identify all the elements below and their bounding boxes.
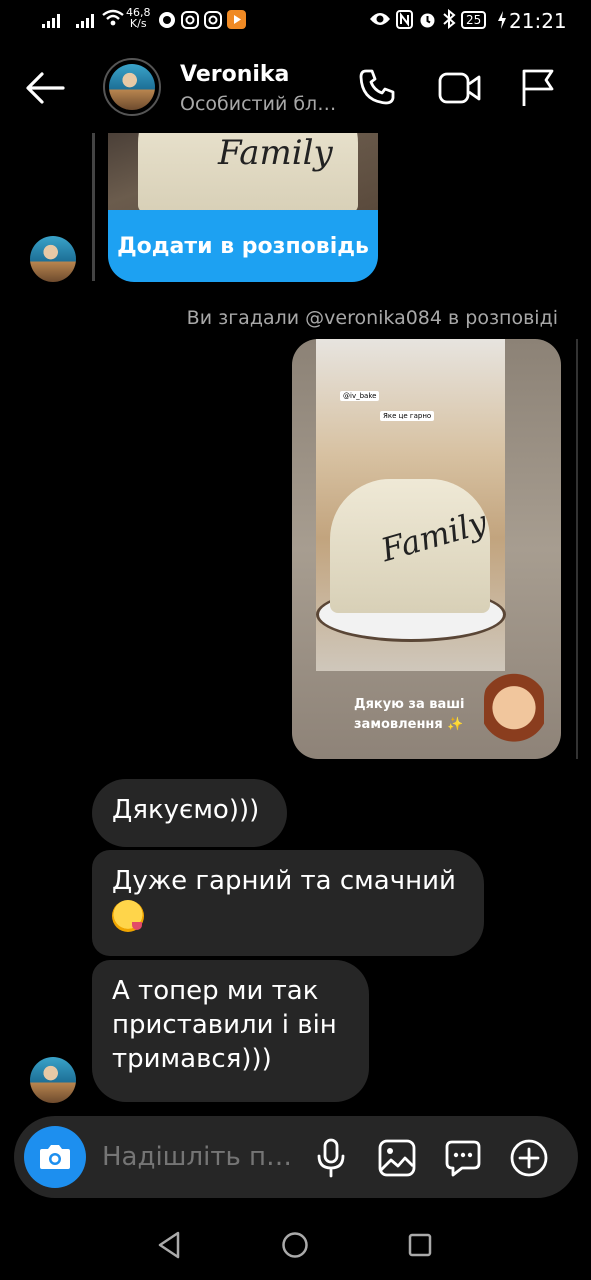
contact-name[interactable]: Veronika [180, 62, 289, 87]
reply-quote-line [92, 133, 95, 281]
status-bar: 46,8 K/s 25 21:21 [0, 0, 591, 40]
story-card[interactable]: veronika084 @iv_bake Яке це гарно Family… [292, 339, 561, 759]
eye-icon [369, 11, 391, 32]
nav-home-icon[interactable] [281, 1231, 309, 1263]
message-composer [14, 1116, 578, 1198]
play-app-icon [227, 10, 246, 34]
gallery-icon[interactable] [378, 1139, 416, 1181]
net-speed: 46,8 K/s [126, 6, 151, 30]
message-bubble[interactable]: Дуже гарний та смачний [92, 850, 484, 956]
story-preview-image[interactable]: Family [108, 133, 378, 210]
alarm-icon [418, 10, 437, 34]
nav-recents-icon[interactable] [408, 1233, 432, 1261]
instagram-notification-icon-2 [204, 11, 222, 34]
wifi-icon [102, 9, 124, 32]
phone-icon[interactable] [358, 68, 396, 110]
video-call-icon[interactable] [438, 71, 482, 109]
cake-topper-text: Family [218, 133, 333, 173]
instagram-notification-icon [181, 11, 199, 34]
message-line: тримався))) [112, 1044, 272, 1074]
cell-signal-2-icon [76, 12, 94, 28]
cell-signal-1-icon [42, 12, 60, 28]
sender-avatar [30, 1057, 76, 1103]
system-nav-bar [0, 1200, 591, 1280]
sender-avatar [30, 236, 76, 282]
charging-icon [497, 10, 507, 35]
message-bubble[interactable]: Дякуємо))) [92, 779, 287, 847]
message-line: приставили і він [112, 1010, 337, 1040]
mention-notice: Ви згадали @veronika084 в розповіді [186, 307, 558, 329]
message-text: Дуже гарний та смачний [112, 866, 456, 896]
camera-icon [40, 1145, 70, 1169]
story-scroll-indicator [576, 339, 578, 759]
clock: 21:21 [509, 9, 567, 33]
back-arrow-icon[interactable] [25, 70, 65, 110]
story-photo: @iv_bake Яке це гарно Family [316, 339, 506, 671]
story-caption-2: замовлення ✨ [354, 717, 464, 732]
camera-button[interactable] [24, 1126, 86, 1188]
report-flag-icon[interactable] [520, 68, 556, 112]
add-more-icon[interactable] [509, 1138, 549, 1182]
nav-back-icon[interactable] [156, 1230, 182, 1264]
chat-header: Veronika Особистий бл… [0, 40, 591, 135]
story-tag-mention: @iv_bake [340, 391, 380, 401]
story-caption-1: Дякую за ваші [354, 697, 465, 712]
story-tag-text: Яке це гарно [380, 411, 435, 421]
message-input[interactable] [100, 1141, 309, 1173]
contact-subtitle: Особистий бл… [180, 93, 337, 115]
girl-emoji-sticker [484, 669, 544, 755]
yum-emoji-icon [112, 899, 144, 932]
microphone-icon[interactable] [314, 1138, 348, 1182]
message-bubble[interactable]: А топер ми так приставили і він тримався… [92, 960, 369, 1102]
add-to-story-button[interactable]: Додати в розповідь [108, 210, 378, 282]
avatar [109, 64, 155, 110]
message-line: А топер ми так [112, 976, 319, 1006]
notification-icon [158, 11, 176, 34]
profile-avatar-ring[interactable] [103, 58, 161, 116]
nfc-icon [396, 10, 413, 34]
bluetooth-icon [442, 8, 456, 34]
sticker-chat-icon[interactable] [444, 1139, 482, 1181]
battery-level: 25 [461, 11, 487, 29]
